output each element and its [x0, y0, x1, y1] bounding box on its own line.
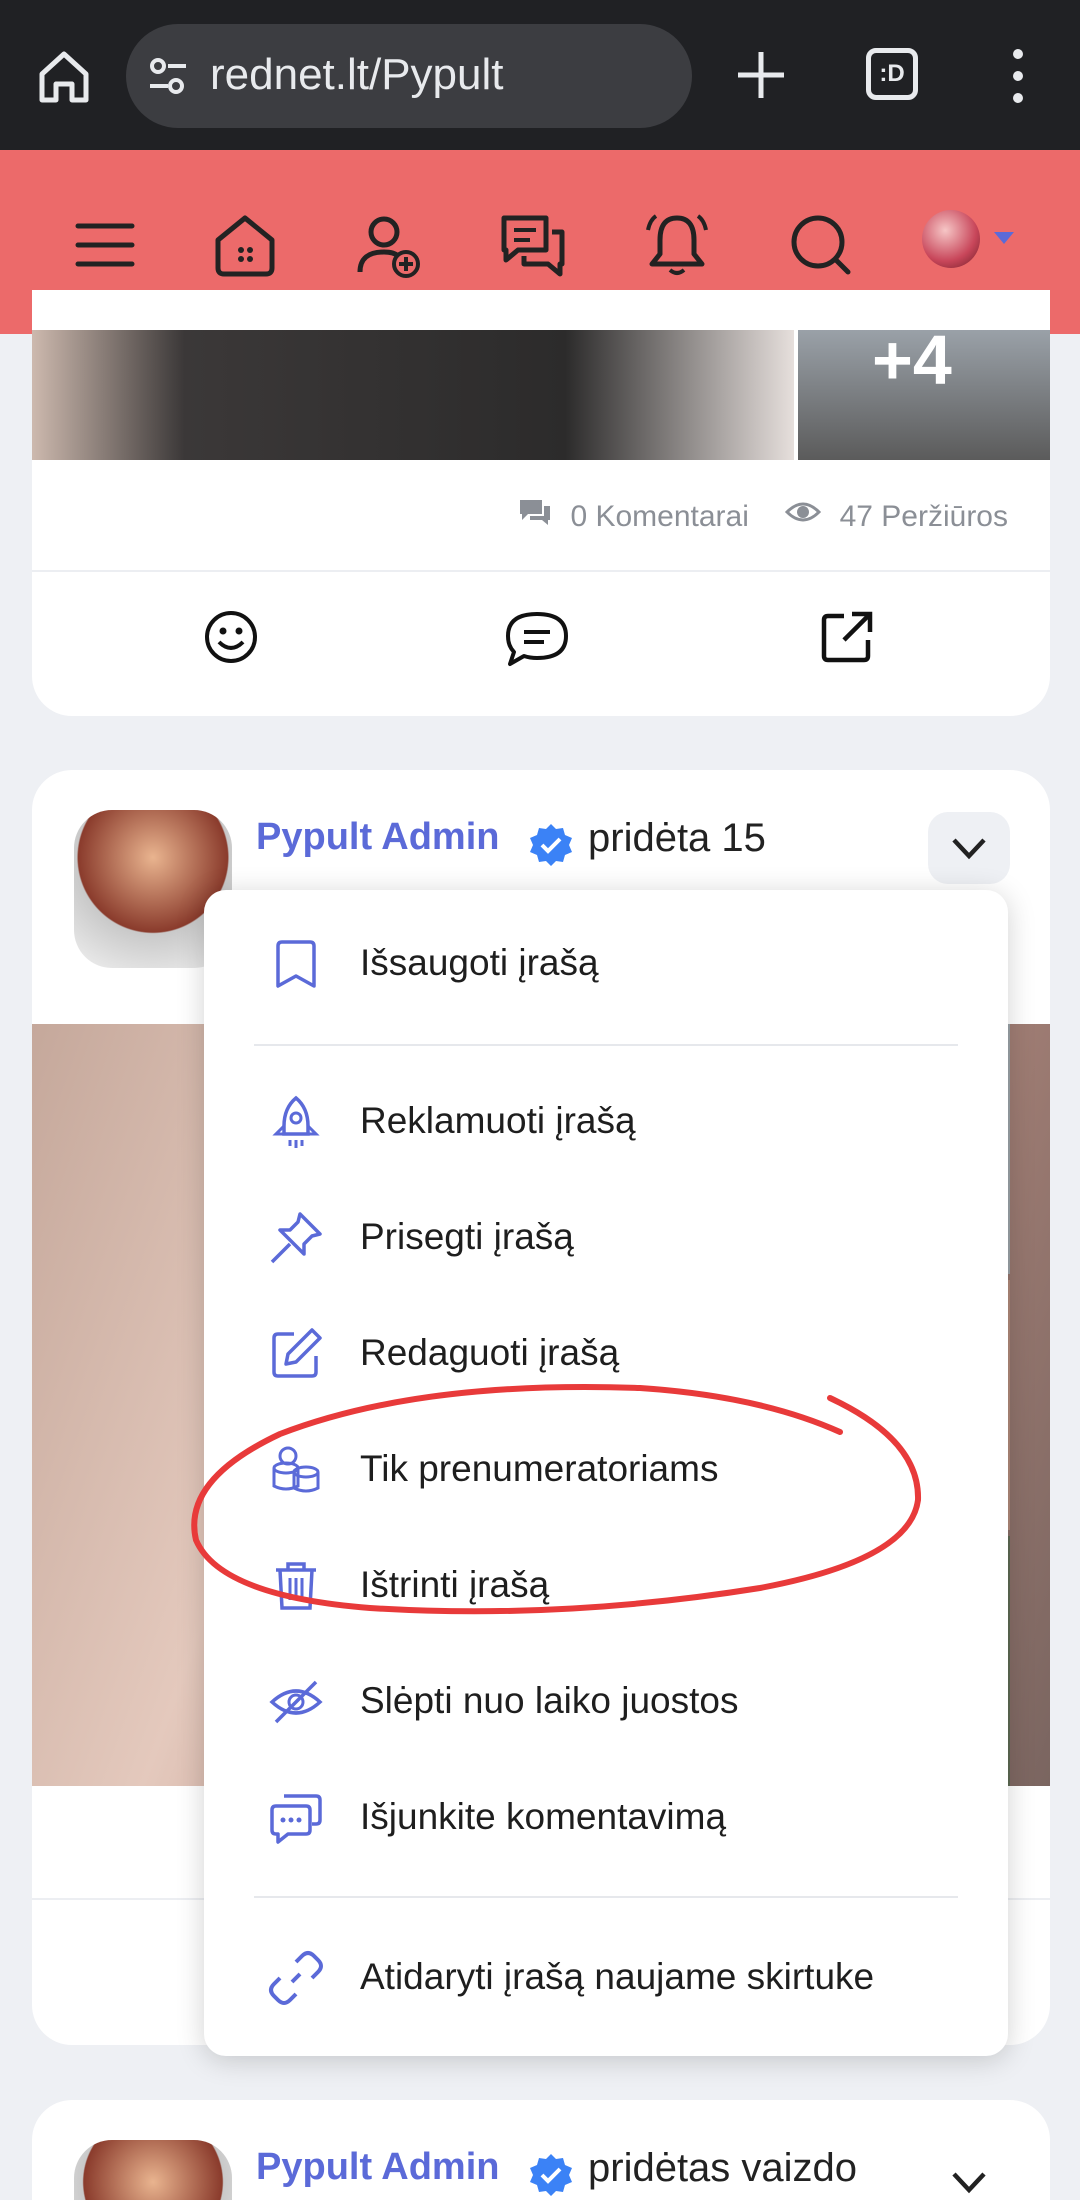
post-card: Pypult Admin pridėtas vaizdo — [32, 2100, 1050, 2200]
menu-item-promote-post[interactable]: Reklamuoti įrašą — [204, 1076, 1008, 1166]
menu-item-subscribers-only[interactable]: Tik prenumeratoriams — [204, 1424, 1008, 1514]
more-photos-count[interactable]: +4 — [872, 320, 952, 400]
comments-icon — [520, 500, 551, 525]
menu-item-label: Slėpti nuo laiko juostos — [360, 1680, 739, 1721]
menu-item-hide-from-timeline[interactable]: Slėpti nuo laiko juostos — [204, 1656, 1008, 1746]
menu-item-delete-post[interactable]: Ištrinti įrašą — [204, 1540, 1008, 1630]
rocket-icon — [272, 1095, 320, 1148]
site-settings-icon[interactable] — [146, 54, 190, 98]
comment-icon[interactable] — [502, 610, 572, 668]
chat-bubbles-icon — [270, 1794, 322, 1844]
eye-off-icon — [269, 1680, 323, 1724]
pin-icon — [270, 1212, 322, 1264]
tab-switcher-button[interactable]: :D — [866, 48, 918, 100]
address-bar[interactable]: rednet.lt/Pypult — [126, 24, 692, 128]
post-action-text: pridėtas vaizdo — [588, 2146, 858, 2190]
notifications-bell-icon[interactable] — [642, 210, 712, 280]
menu-item-save-post[interactable]: Išsaugoti įrašą — [204, 918, 1008, 1008]
user-avatar[interactable] — [922, 210, 980, 268]
post-stats: 0 Komentarai 47 Peržiūros — [518, 498, 1008, 534]
post-action-text: pridėta 15 — [588, 816, 766, 860]
chevron-down-icon[interactable] — [994, 232, 1014, 246]
edit-icon — [272, 1328, 322, 1378]
menu-item-disable-comments[interactable]: Išjunkite komentavimą — [204, 1772, 1008, 1862]
verified-badge-icon — [530, 824, 572, 866]
post-options-menu: Išsaugoti įrašą Reklamuoti įrašą Prisegt… — [204, 890, 1008, 2056]
author-name[interactable]: Pypult Admin — [256, 816, 499, 859]
more-options-icon[interactable] — [1000, 44, 1036, 108]
post-options-button[interactable] — [928, 812, 1010, 884]
menu-item-label: Redaguoti įrašą — [360, 1332, 620, 1373]
menu-item-label: Išjunkite komentavimą — [360, 1796, 727, 1837]
menu-item-open-in-new-tab[interactable]: Atidaryti įrašą naujame skirtuke — [204, 1932, 1008, 2022]
author-name[interactable]: Pypult Admin — [256, 2146, 499, 2189]
menu-item-label: Ištrinti įrašą — [360, 1564, 550, 1605]
menu-item-label: Reklamuoti įrašą — [360, 1100, 636, 1141]
menu-icon[interactable] — [70, 210, 140, 280]
search-icon[interactable] — [786, 210, 856, 280]
divider — [32, 570, 1050, 572]
verified-badge-icon — [530, 2154, 572, 2196]
home-feed-icon[interactable] — [210, 210, 280, 280]
menu-item-label: Išsaugoti įrašą — [360, 942, 599, 983]
menu-divider — [254, 1044, 958, 1046]
views-eye-icon — [785, 502, 822, 522]
home-icon[interactable] — [32, 44, 96, 108]
chevron-down-icon — [952, 838, 986, 860]
chevron-down-icon[interactable] — [950, 2164, 988, 2200]
menu-item-label: Atidaryti įrašą naujame skirtuke — [360, 1956, 875, 1997]
coins-icon — [272, 1446, 320, 1493]
bookmark-icon — [276, 940, 316, 988]
link-icon — [269, 1951, 323, 2005]
trash-icon — [276, 1562, 316, 1610]
menu-divider — [254, 1896, 958, 1898]
add-friend-icon[interactable] — [354, 210, 424, 280]
views-count: 47 Peržiūros — [839, 500, 1008, 533]
new-tab-icon[interactable] — [734, 48, 788, 102]
browser-toolbar: rednet.lt/Pypult :D — [0, 0, 1080, 150]
post-card: +4 0 Komentarai 47 Peržiūros — [32, 290, 1050, 716]
author-avatar[interactable] — [74, 2140, 232, 2200]
share-icon[interactable] — [818, 608, 876, 666]
post-photo[interactable] — [32, 330, 794, 460]
url-text: rednet.lt/Pypult — [210, 50, 504, 99]
comments-count[interactable]: 0 Komentarai — [570, 500, 748, 533]
menu-item-label: Prisegti įrašą — [360, 1216, 574, 1257]
menu-item-pin-post[interactable]: Prisegti įrašą — [204, 1192, 1008, 1282]
menu-item-label: Tik prenumeratoriams — [360, 1448, 719, 1489]
messages-icon[interactable] — [498, 210, 568, 280]
reaction-smile-icon[interactable] — [202, 608, 260, 666]
menu-item-edit-post[interactable]: Redaguoti įrašą — [204, 1308, 1008, 1398]
